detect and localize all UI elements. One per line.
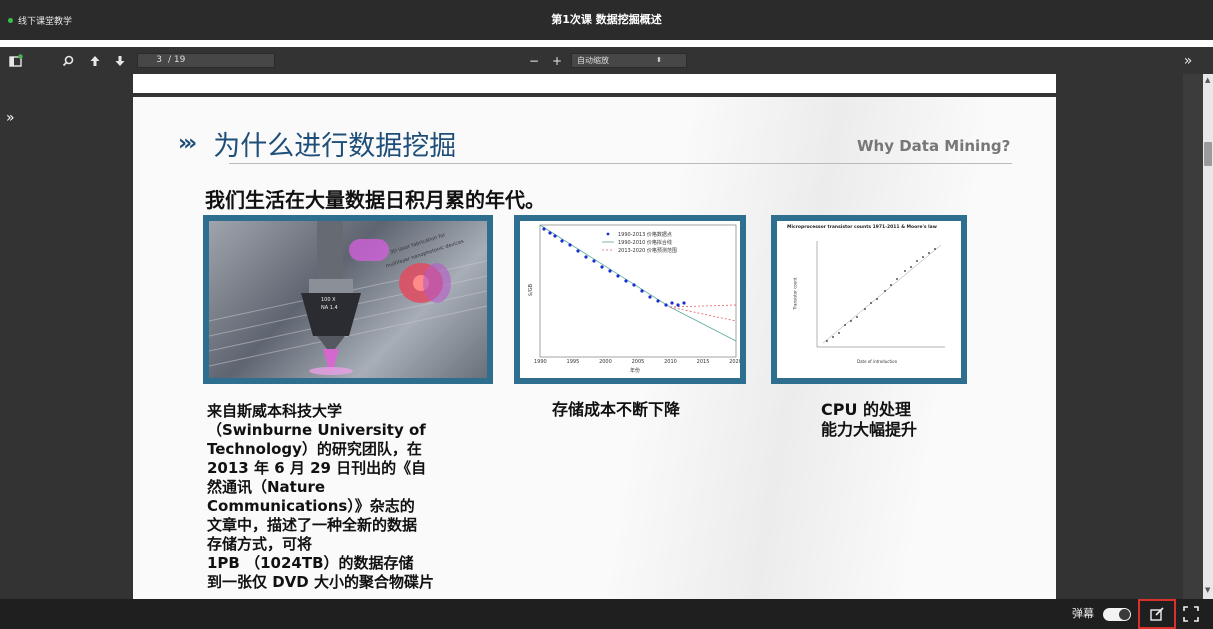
desc-line: Technology）的研究团队，在	[207, 440, 422, 458]
slide-heading: ››› 为什么进行数据挖掘	[178, 124, 456, 163]
search-icon	[62, 55, 74, 66]
page-current: 3	[156, 55, 162, 65]
desc-line: 存储方式，可将	[207, 535, 313, 553]
chart3-ylabel: Transistor count	[792, 277, 798, 310]
right-panel	[1183, 74, 1203, 599]
previous-page-button[interactable]	[86, 47, 104, 74]
desc-line: 然通讯（Nature	[207, 478, 326, 496]
desc-line: 1PB （1024TB）的数据存储	[207, 554, 414, 572]
chart2-ylabel: $/GB	[528, 283, 535, 297]
laser-photo: 100 X NA 1.4 3D laser fabrication for mu…	[209, 221, 487, 378]
x-tick: 2000	[599, 359, 612, 365]
arrow-up-icon	[90, 55, 100, 66]
fullscreen-icon	[1183, 606, 1199, 622]
scroll-down-icon[interactable]: ▼	[1205, 586, 1210, 594]
arrow-down-icon	[115, 55, 125, 66]
card-desc-storage: 存储成本不断下降	[552, 400, 680, 419]
slide-title-en: Why Data Mining?	[857, 137, 1011, 155]
chart2-xlabel: 年份	[630, 368, 641, 374]
zoom-value: 自动缩放	[577, 56, 609, 65]
x-tick: 1995	[566, 359, 580, 365]
chart2-xticks: 1990 1995 2000 2005 2010 2015 2020	[534, 359, 740, 365]
scrollbar-thumb[interactable]	[1204, 142, 1212, 166]
desc-line: 到一张仅 DVD 大小的聚合物碟片	[207, 573, 434, 591]
fullscreen-button[interactable]	[1182, 605, 1200, 623]
sidebar-expand-button[interactable]: »	[6, 110, 15, 126]
desc-line: Communications）》杂志的	[207, 497, 415, 515]
x-tick: 1990	[534, 359, 547, 365]
sidebar-toggle-button[interactable]	[5, 47, 27, 74]
toggle-knob	[1119, 609, 1130, 620]
tools-menu-button[interactable]: »	[1177, 47, 1199, 74]
previous-page-bottom	[133, 74, 1056, 93]
chart3-xlabel: Date of introduction	[857, 359, 898, 364]
zoom-in-button[interactable]: +	[549, 47, 565, 74]
page-number-input[interactable]: 3 / 19	[137, 53, 275, 68]
slide-title: 为什么进行数据挖掘	[213, 131, 457, 162]
title-divider	[229, 163, 1012, 164]
pdf-toolbar: 3 / 19 − + 自动缩放 ⬍ »	[0, 47, 1213, 74]
top-bar: 线下课堂教学 第1次课 数据挖掘概述	[0, 0, 1213, 40]
storage-cost-chart-frame: 1990-2013 价格数据点 1990-2010 价格拟合线 2013-202…	[514, 215, 746, 384]
laser-photo-frame: 100 X NA 1.4 3D laser fabrication for mu…	[203, 215, 493, 384]
desc-line: 2013 年 6 月 29 日刊出的《自	[207, 459, 427, 477]
photo-label-mag: 100 X	[321, 297, 336, 303]
document-viewer: » ››› 为什么进行数据挖掘 Why Data Mining? 我们生活在大量…	[0, 74, 1213, 599]
x-tick: 2010	[664, 359, 677, 365]
zoom-out-button[interactable]: −	[526, 47, 542, 74]
transistor-chart-frame: Microprocessor transistor counts 1971-20…	[771, 215, 967, 384]
scroll-up-icon[interactable]: ▲	[1205, 76, 1210, 84]
title-chevrons: ›››	[178, 131, 197, 156]
desc-line: （Swinburne University of	[207, 421, 426, 439]
edit-button[interactable]	[1138, 599, 1176, 629]
desc-line: 能力大幅提升	[821, 420, 918, 439]
zoom-select[interactable]: 自动缩放 ⬍	[571, 53, 687, 68]
select-arrows-icon: ⬍	[656, 56, 662, 64]
legend-item-2: 1990-2010 价格拟合线	[618, 240, 672, 246]
desc-line: 来自斯威本科技大学	[207, 402, 343, 420]
vertical-scrollbar[interactable]: ▲ ▼	[1203, 74, 1213, 599]
sidebar-toggle-icon	[9, 54, 23, 67]
bottom-bar: 弹幕	[0, 599, 1213, 629]
x-tick: 2020	[729, 359, 740, 365]
danmu-label: 弹幕	[1072, 607, 1094, 620]
edit-icon	[1150, 607, 1164, 621]
legend-item-3: 2013-2020 价格预测范围	[618, 248, 677, 254]
photo-label-na: NA 1.4	[321, 305, 338, 311]
desc-line: 文章中，描述了一种全新的数据	[207, 516, 418, 534]
next-page-button[interactable]	[111, 47, 129, 74]
x-tick: 2015	[696, 359, 710, 365]
card-desc-swinburne: 来自斯威本科技大学 （Swinburne University of Techn…	[207, 402, 507, 592]
x-tick: 2005	[631, 359, 645, 365]
slide-page: ››› 为什么进行数据挖掘 Why Data Mining? 我们生活在大量数据…	[133, 97, 1056, 599]
page-total: / 19	[168, 55, 186, 65]
legend-item-1: 1990-2013 价格数据点	[618, 232, 672, 238]
transistor-chart: Microprocessor transistor counts 1971-20…	[777, 221, 961, 378]
slide-subtitle: 我们生活在大量数据日积月累的年代。	[205, 188, 545, 212]
course-title: 第1次课 数据挖掘概述	[551, 13, 662, 26]
danmu-toggle[interactable]	[1103, 608, 1131, 621]
desc-line: 存储成本不断下降	[552, 400, 681, 419]
find-button[interactable]	[58, 47, 78, 74]
card-desc-cpu: CPU 的处理 能力大幅提升	[821, 400, 917, 440]
storage-cost-chart: 1990-2013 价格数据点 1990-2010 价格拟合线 2013-202…	[520, 221, 740, 378]
desc-line: CPU 的处理	[821, 400, 912, 419]
